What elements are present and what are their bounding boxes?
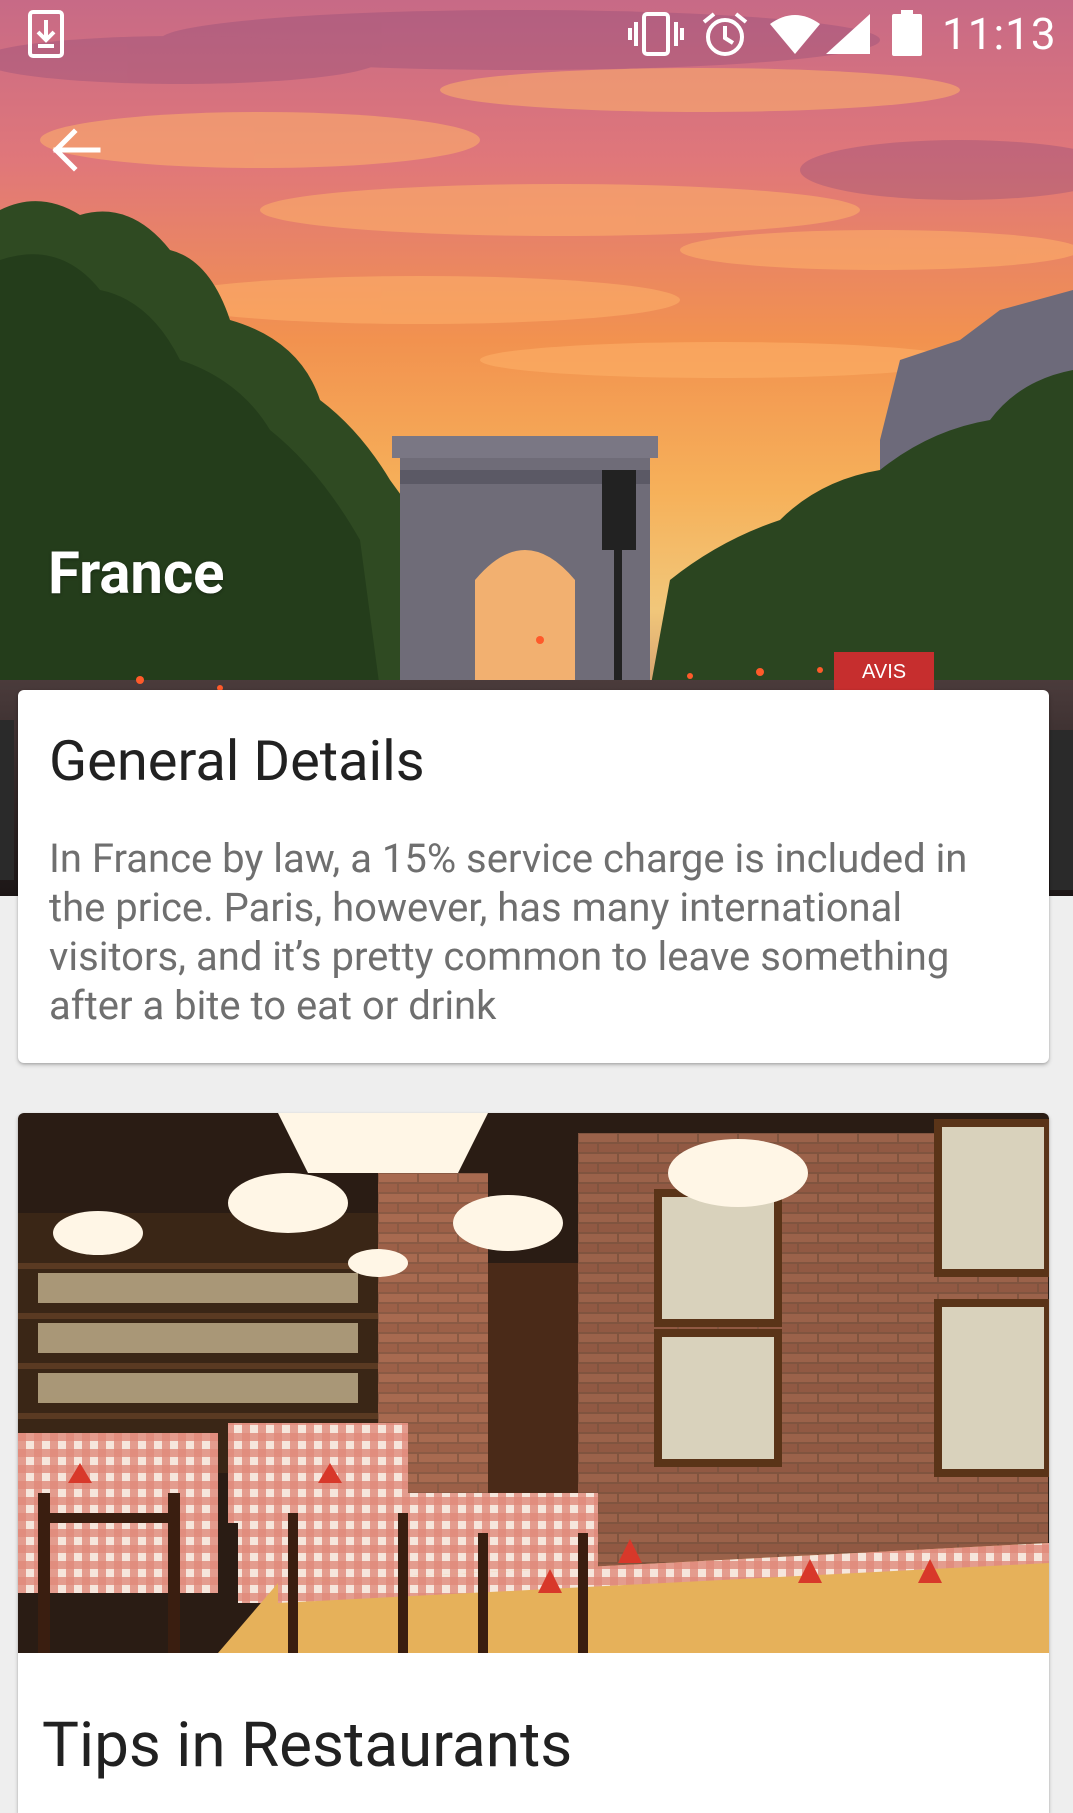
download-icon [28,10,64,58]
arrow-back-icon [52,128,101,172]
status-time: 11:13 [942,8,1057,60]
vibrate-icon [628,12,684,56]
page-title: France [48,540,225,608]
general-details-title: General Details [49,728,425,794]
wifi-icon [770,15,820,54]
restaurant-interior-image [18,1113,1049,1653]
general-details-card: General Details In France by law, a 15% … [18,690,1049,1063]
svg-text:AVIS: AVIS [862,661,906,683]
tips-restaurants-card[interactable]: Tips in Restaurants [18,1113,1049,1813]
tips-restaurants-title: Tips in Restaurants [42,1709,573,1782]
battery-icon [892,10,922,56]
general-details-body: In France by law, a 15% service charge i… [49,835,968,1029]
status-bar: 11:13 [0,0,1073,70]
alarm-icon [702,12,748,56]
back-button[interactable] [46,120,110,184]
signal-icon [826,14,870,54]
